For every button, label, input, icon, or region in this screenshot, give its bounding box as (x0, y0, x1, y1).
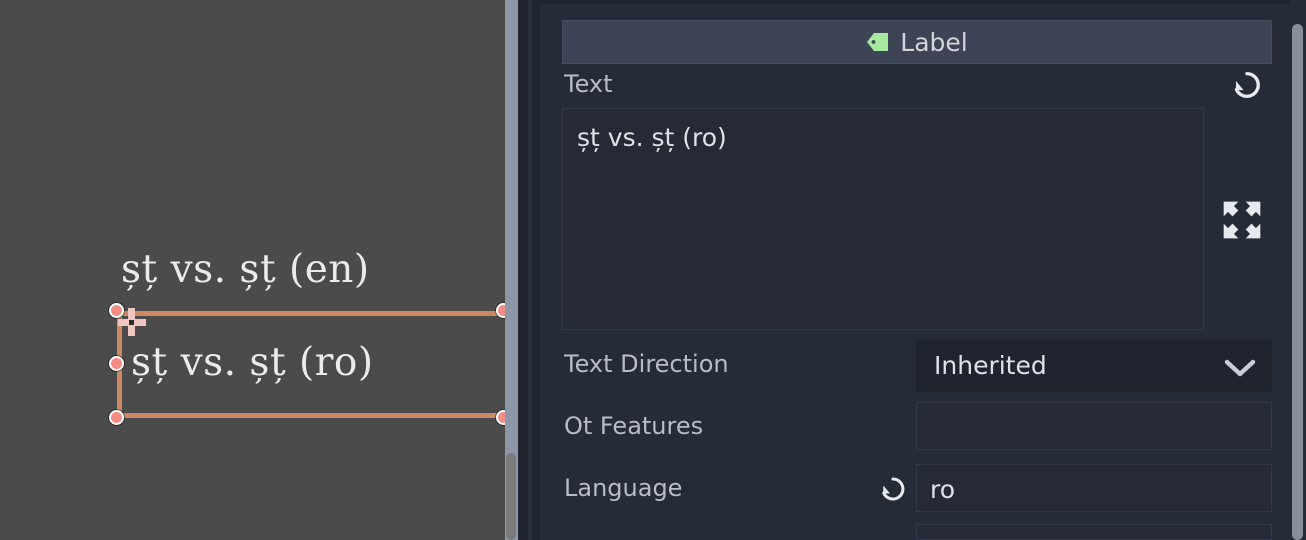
language-value: ro (930, 475, 956, 504)
scene-label-en[interactable]: șț vs. șț (en) (121, 247, 370, 292)
selection-handle-middle-left[interactable] (109, 356, 124, 371)
text-property-row: Text (562, 68, 1272, 106)
ot-features-label: Ot Features (564, 412, 704, 440)
label-tag-icon (867, 33, 889, 51)
text-input-value: șț vs. șț (ro) (577, 123, 727, 152)
expand-arrows-icon[interactable] (1220, 198, 1264, 242)
selection-handle-top-right[interactable] (496, 303, 505, 318)
scene-label-ro[interactable]: șț vs. șț (ro) (131, 340, 374, 385)
inspector-scrollbar-thumb[interactable] (1292, 24, 1303, 540)
property-row-language: Language ro (562, 464, 1272, 512)
pivot-crosshair-icon[interactable] (118, 308, 146, 336)
inspector-left-gutter (518, 0, 528, 540)
inspector-class-name: Label (900, 27, 968, 57)
inspector-top-divider (540, 0, 1306, 4)
selection-handle-bottom-right[interactable] (496, 410, 505, 425)
inspector-class-header[interactable]: Label (562, 20, 1272, 64)
panel-divider (528, 0, 532, 540)
property-row-ot-features: Ot Features (562, 402, 1272, 450)
editor-window: șț vs. șț (en) șț vs. șț (ro) Label Text… (0, 0, 1306, 540)
language-label: Language (564, 474, 683, 502)
viewport-scrollbar-thumb[interactable] (506, 453, 516, 540)
language-input[interactable] (916, 464, 1272, 512)
revert-arrow-icon[interactable] (878, 474, 908, 504)
ot-features-input[interactable] (916, 402, 1272, 450)
property-row-partial (562, 524, 1272, 540)
text-direction-value: Inherited (934, 351, 1047, 380)
pivot-center-dot (129, 320, 134, 325)
text-property-label: Text (564, 70, 613, 98)
2d-viewport[interactable]: șț vs. șț (en) șț vs. șț (ro) (0, 0, 505, 540)
chevron-down-icon[interactable] (1222, 355, 1258, 381)
selection-handle-bottom-left[interactable] (109, 410, 124, 425)
revert-arrow-icon[interactable] (1230, 68, 1264, 102)
partial-property-input[interactable] (916, 524, 1272, 540)
property-row-text-direction: Text Direction Inherited (562, 340, 1272, 392)
text-direction-label: Text Direction (564, 350, 729, 378)
text-input-textarea[interactable]: șț vs. șț (ro) (562, 108, 1204, 330)
